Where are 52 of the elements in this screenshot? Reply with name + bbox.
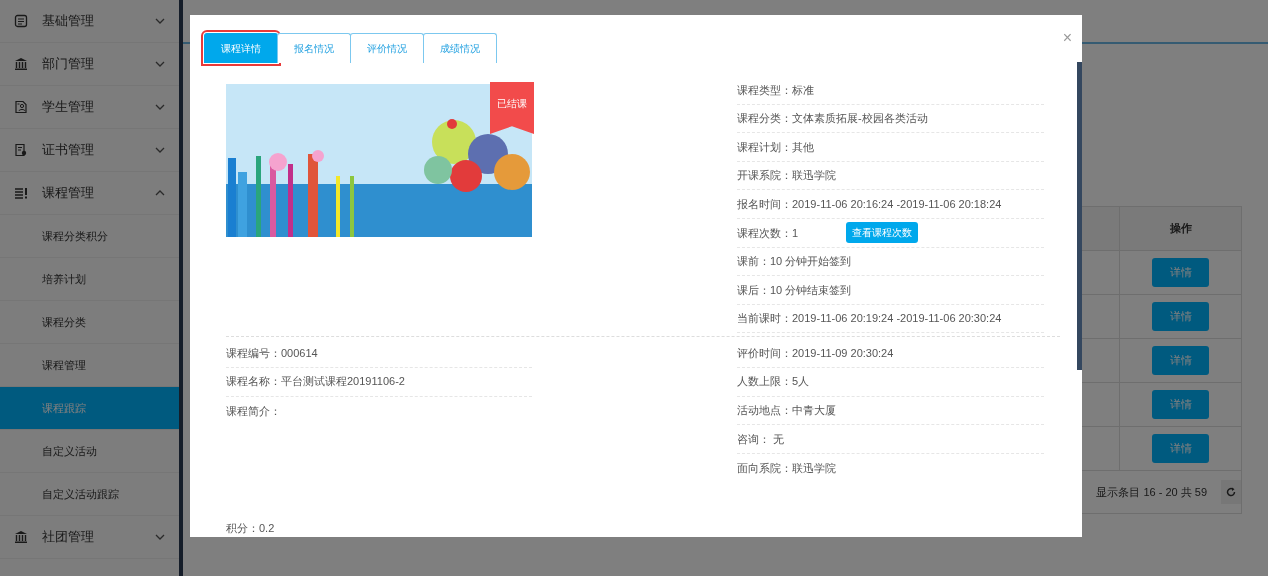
menu-label: 部门管理: [42, 55, 95, 74]
sidebar-item[interactable]: 基础管理: [0, 0, 179, 43]
field-text: 咨询： 无: [737, 431, 785, 447]
field-text: 当前课时：2019-11-06 20:19:24 -2019-11-06 20:30:24: [737, 311, 1002, 327]
submenu-item[interactable]: 课程分类积分: [0, 215, 179, 258]
refresh-icon: [1226, 487, 1236, 497]
field-text: 评价时间：2019-11-09 20:30:24: [737, 345, 894, 361]
sidebar-item[interactable]: 课程管理: [0, 172, 179, 215]
tab[interactable]: 报名情况: [277, 33, 351, 63]
field-text: 课程简介：: [226, 403, 281, 419]
menu-label: 基础管理: [42, 12, 95, 31]
field-text: 课程分类：文体素质拓展-校园各类活动: [737, 111, 928, 127]
list-icon: [14, 186, 28, 200]
submenu-item[interactable]: 自定义活动跟踪: [0, 473, 179, 516]
id-card-icon: [14, 100, 28, 114]
sidebar-item[interactable]: 部门管理: [0, 43, 179, 86]
field-text: 开课系院：联迅学院: [737, 168, 836, 184]
bank-icon: [14, 57, 28, 71]
menu-label: 课程管理: [42, 184, 95, 203]
status-ribbon: 已结课: [490, 82, 534, 134]
submenu-item[interactable]: 自定义活动: [0, 430, 179, 473]
field-text: 课后：10 分钟结束签到: [737, 282, 852, 298]
menu-label: 社团管理: [42, 528, 95, 547]
tab[interactable]: 成绩情况: [423, 33, 497, 63]
score-text: 积分：0.2: [225, 521, 276, 537]
field-text: 活动地点：中青大厦: [737, 403, 836, 419]
view-sessions-button[interactable]: 查看课程次数: [846, 222, 918, 244]
menu-label: 学生管理: [42, 98, 95, 117]
submenu-item[interactable]: 培养计划: [0, 258, 179, 301]
column-header: 操作: [1169, 221, 1192, 237]
field-text: 面向系院：联迅学院: [737, 460, 836, 476]
certificate-icon: [14, 143, 28, 157]
field-text: 课程类型：标准: [737, 82, 814, 98]
form-icon: [14, 14, 28, 28]
field-text: 课前：10 分钟开始签到: [737, 254, 852, 270]
field-text: 课程计划：其他: [737, 139, 814, 155]
field-text: 课程名称：平台测试课程20191106-2: [226, 374, 405, 390]
menu-label: 证书管理: [42, 141, 95, 160]
scrollbar-thumb[interactable]: [1077, 62, 1082, 370]
submenu-item[interactable]: 课程分类: [0, 301, 179, 344]
sidebar-item[interactable]: 证书管理: [0, 129, 179, 172]
tab[interactable]: 课程详情: [204, 33, 278, 63]
sidebar-item[interactable]: 社团管理: [0, 516, 179, 559]
field-text: 课程编号：000614: [226, 345, 318, 361]
field-text: 人数上限：5人: [737, 374, 810, 390]
field-text: 报名时间：2019-11-06 20:16:24 -2019-11-06 20:18:24: [737, 196, 1002, 212]
bank-icon: [14, 530, 28, 544]
refresh-button[interactable]: [1221, 480, 1241, 504]
pagination-info: 显示条目 16 - 20 共 59: [1096, 484, 1207, 500]
sidebar-item[interactable]: 学生管理: [0, 86, 179, 129]
close-button[interactable]: ×: [1062, 29, 1072, 47]
field-text: 课程次数：1: [737, 225, 799, 241]
